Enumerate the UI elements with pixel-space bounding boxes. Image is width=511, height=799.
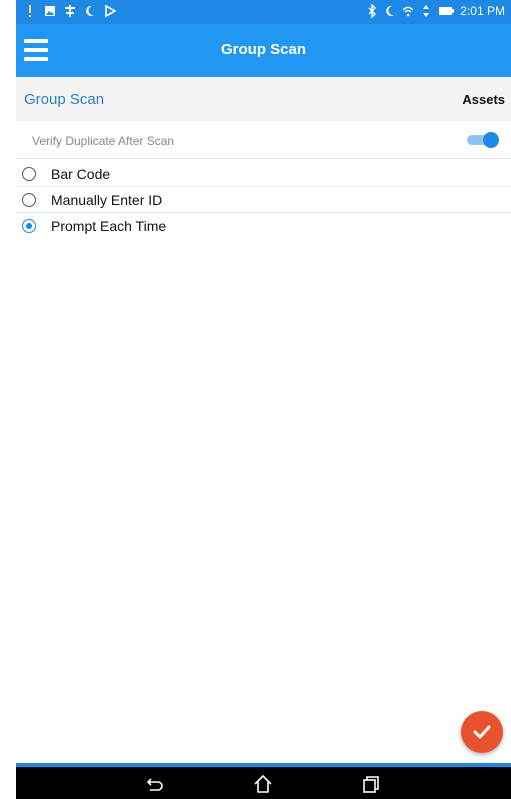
back-button[interactable] bbox=[144, 773, 166, 795]
verify-duplicate-label: Verify Duplicate After Scan bbox=[32, 134, 175, 148]
status-right-icons: 2:01 PM bbox=[366, 3, 505, 19]
status-time: 2:01 PM bbox=[460, 4, 505, 18]
checkmark-icon bbox=[473, 725, 491, 739]
radio-manually-enter-id[interactable] bbox=[22, 192, 36, 207]
option-manually-enter-id[interactable]: Manually Enter ID bbox=[16, 187, 511, 213]
section-category-label: Assets bbox=[462, 92, 505, 107]
scan-method-options: Bar Code Manually Enter ID Prompt Each T… bbox=[16, 161, 511, 239]
home-icon bbox=[254, 775, 272, 793]
verify-duplicate-toggle[interactable] bbox=[467, 132, 499, 148]
status-left-icons bbox=[24, 4, 117, 18]
section-title: Group Scan bbox=[24, 91, 105, 108]
option-label: Bar Code bbox=[51, 165, 111, 182]
moon-icon bbox=[84, 4, 96, 18]
system-nav-bar bbox=[16, 767, 511, 799]
alert-icon bbox=[24, 4, 36, 18]
play-store-icon bbox=[104, 4, 117, 18]
verify-duplicate-row: Verify Duplicate After Scan bbox=[16, 121, 511, 159]
option-label: Manually Enter ID bbox=[51, 191, 163, 208]
toggle-thumb bbox=[483, 132, 499, 148]
option-prompt-each-time[interactable]: Prompt Each Time bbox=[16, 213, 511, 239]
bluetooth-icon bbox=[366, 3, 378, 19]
status-bar: 2:01 PM bbox=[16, 0, 511, 24]
data-arrows-icon bbox=[420, 4, 432, 18]
option-bar-code[interactable]: Bar Code bbox=[16, 161, 511, 187]
app-bar: Group Scan bbox=[16, 24, 511, 77]
option-label: Prompt Each Time bbox=[51, 218, 167, 234]
radio-bar-code[interactable] bbox=[22, 166, 36, 181]
device-frame-edge bbox=[0, 0, 16, 799]
home-button[interactable] bbox=[252, 773, 274, 795]
back-icon bbox=[147, 778, 163, 791]
battery-icon bbox=[438, 4, 455, 18]
wifi-icon bbox=[402, 4, 414, 18]
recent-apps-icon bbox=[363, 776, 379, 793]
radio-prompt-each-time[interactable] bbox=[22, 219, 36, 233]
app-screen: 2:01 PM Group Scan Group Scan Assets Ver… bbox=[16, 0, 511, 799]
sim-icon bbox=[64, 4, 76, 18]
page-title: Group Scan bbox=[220, 41, 306, 58]
recent-apps-button[interactable] bbox=[360, 773, 382, 795]
image-icon bbox=[44, 4, 56, 18]
section-header: Group Scan Assets bbox=[16, 77, 511, 121]
moon-icon bbox=[384, 4, 396, 18]
confirm-fab-button[interactable] bbox=[461, 711, 503, 753]
